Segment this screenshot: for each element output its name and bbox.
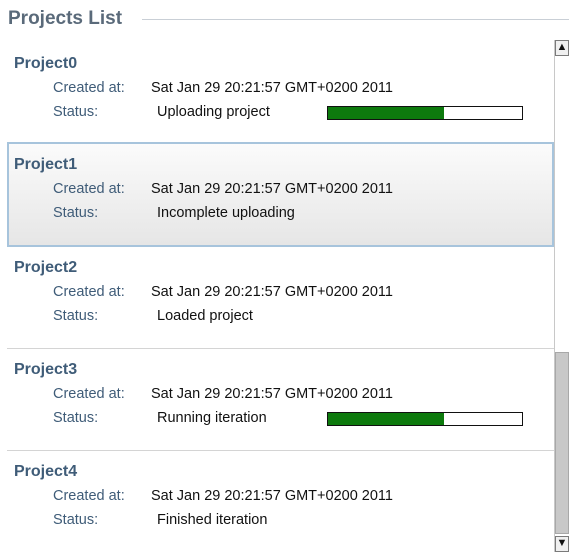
- created-label: Created at:: [53, 181, 125, 197]
- created-row: Created at: Sat Jan 29 20:21:57 GMT+0200 …: [53, 284, 393, 300]
- project-name: Project2: [14, 259, 78, 276]
- project-item[interactable]: Project4 Created at: Sat Jan 29 20:21:57 …: [7, 451, 554, 552]
- status-value: Incomplete uploading: [157, 205, 295, 221]
- status-value: Uploading project: [157, 104, 270, 120]
- status-row: Status: Uploading project: [53, 104, 270, 120]
- legend-divider: [142, 19, 569, 20]
- status-label: Status:: [53, 308, 99, 324]
- project-item[interactable]: Project2 Created at: Sat Jan 29 20:21:57 …: [7, 247, 554, 349]
- created-label: Created at:: [53, 386, 125, 402]
- progress-fill: [328, 107, 445, 119]
- vertical-scrollbar[interactable]: ▲ ▼: [554, 40, 569, 552]
- created-row: Created at: Sat Jan 29 20:21:57 GMT+0200 …: [53, 80, 393, 96]
- progress-bar: [327, 412, 523, 426]
- project-name: Project1: [14, 156, 78, 173]
- created-value: Sat Jan 29 20:21:57 GMT+0200 2011: [151, 181, 393, 197]
- scrollbar-thumb[interactable]: [555, 352, 569, 534]
- project-item[interactable]: Project0 Created at: Sat Jan 29 20:21:57 …: [7, 43, 554, 145]
- projects-list[interactable]: Project0 Created at: Sat Jan 29 20:21:57 …: [7, 43, 554, 552]
- progress-bar: [327, 106, 523, 120]
- arrow-down-icon[interactable]: ▼: [555, 536, 569, 552]
- created-value: Sat Jan 29 20:21:57 GMT+0200 2011: [151, 386, 393, 402]
- status-label: Status:: [53, 512, 99, 528]
- status-label: Status:: [53, 410, 99, 426]
- project-item-selected[interactable]: Project1 Created at: Sat Jan 29 20:21:57 …: [7, 142, 554, 247]
- created-value: Sat Jan 29 20:21:57 GMT+0200 2011: [151, 284, 393, 300]
- created-row: Created at: Sat Jan 29 20:21:57 GMT+0200 …: [53, 488, 393, 504]
- created-value: Sat Jan 29 20:21:57 GMT+0200 2011: [151, 488, 393, 504]
- status-label: Status:: [53, 104, 99, 120]
- created-label: Created at:: [53, 284, 125, 300]
- created-label: Created at:: [53, 488, 125, 504]
- progress-fill: [328, 413, 445, 425]
- panel-legend: Projects List: [8, 7, 129, 31]
- arrow-up-icon[interactable]: ▲: [555, 40, 569, 56]
- status-value: Loaded project: [157, 308, 253, 324]
- status-row: Status: Loaded project: [53, 308, 253, 324]
- project-name: Project4: [14, 463, 78, 480]
- panel-title: Projects List: [8, 8, 129, 30]
- created-label: Created at:: [53, 80, 125, 96]
- created-value: Sat Jan 29 20:21:57 GMT+0200 2011: [151, 80, 393, 96]
- status-row: Status: Running iteration: [53, 410, 267, 426]
- status-label: Status:: [53, 205, 99, 221]
- created-row: Created at: Sat Jan 29 20:21:57 GMT+0200 …: [53, 386, 393, 402]
- created-row: Created at: Sat Jan 29 20:21:57 GMT+0200 …: [53, 181, 393, 197]
- status-value: Running iteration: [157, 410, 267, 426]
- status-row: Status: Finished iteration: [53, 512, 267, 528]
- project-name: Project3: [14, 361, 78, 378]
- status-value: Finished iteration: [157, 512, 268, 528]
- project-item[interactable]: Project3 Created at: Sat Jan 29 20:21:57 …: [7, 349, 554, 451]
- status-row: Status: Incomplete uploading: [53, 205, 295, 221]
- projects-panel: Projects List Project0 Created at: Sat Ja…: [0, 0, 569, 552]
- project-name: Project0: [14, 55, 78, 72]
